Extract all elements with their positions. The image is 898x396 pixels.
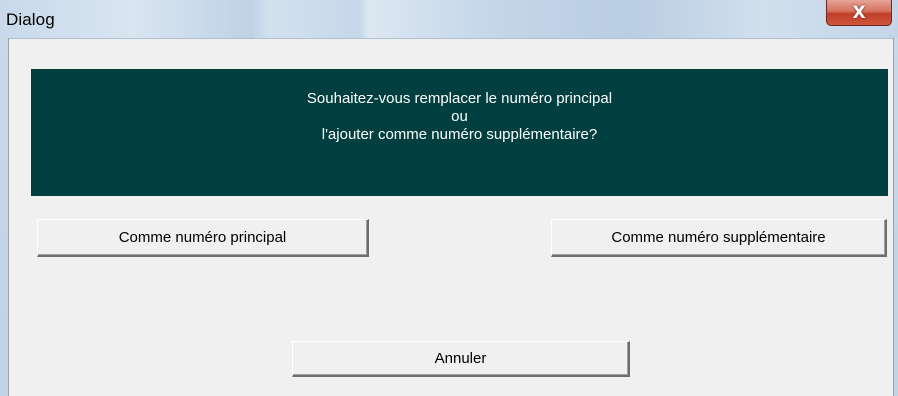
message-line-2: ou — [451, 108, 468, 125]
title-bar[interactable]: Dialog X — [0, 0, 898, 39]
message-panel: Souhaitez-vous remplacer le numéro princ… — [31, 69, 888, 196]
window-frame-left — [0, 38, 9, 396]
dialog-body: Souhaitez-vous remplacer le numéro princ… — [10, 39, 893, 396]
message-line-3: l'ajouter comme numéro supplémentaire? — [321, 126, 598, 143]
cancel-button[interactable]: Annuler — [292, 341, 630, 377]
window-frame-right — [893, 38, 898, 396]
close-icon: X — [852, 2, 866, 23]
as-additional-number-button[interactable]: Comme numéro supplémentaire — [551, 219, 887, 257]
as-main-number-button[interactable]: Comme numéro principal — [37, 219, 369, 257]
close-button[interactable]: X — [826, 0, 892, 26]
dialog-window: Dialog X Souhaitez-vous remplacer le num… — [0, 0, 898, 396]
message-line-1: Souhaitez-vous remplacer le numéro princ… — [306, 90, 613, 107]
window-title: Dialog — [6, 10, 55, 29]
